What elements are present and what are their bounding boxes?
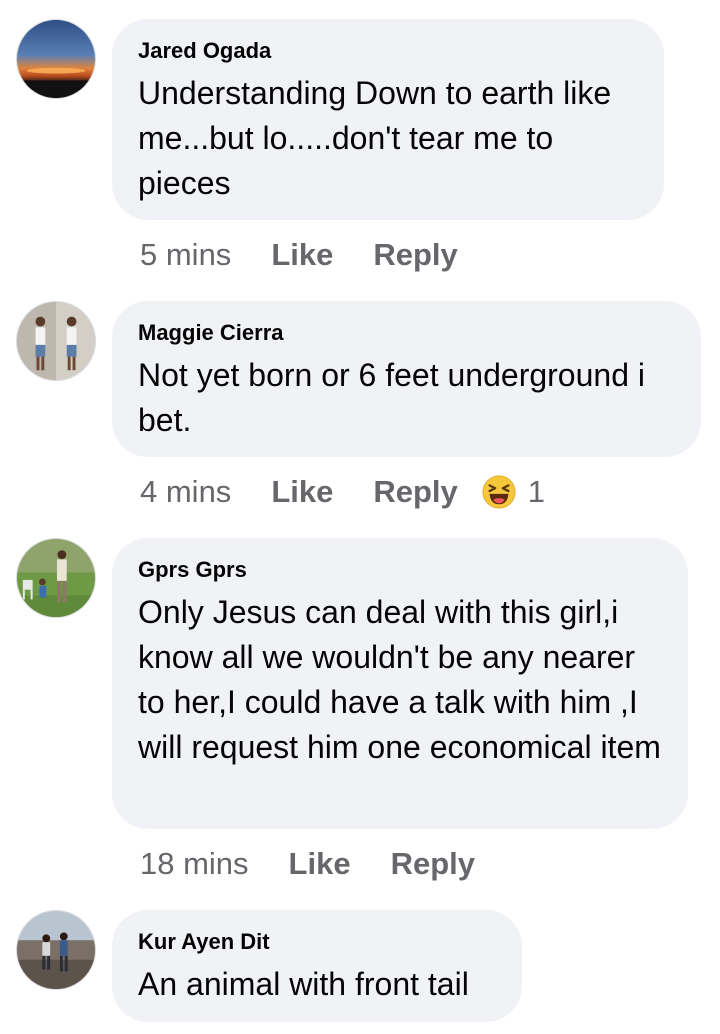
reaction-summary[interactable]: 1 xyxy=(482,474,545,510)
comment-author[interactable]: Maggie Cierra xyxy=(138,319,675,347)
sunset-photo-avatar-icon xyxy=(17,20,95,98)
comment-bubble: Maggie Cierra Not yet born or 6 feet und… xyxy=(112,301,701,457)
like-button[interactable]: Like xyxy=(271,474,333,510)
reply-button[interactable]: Reply xyxy=(373,237,457,273)
avatar[interactable] xyxy=(16,301,96,381)
comment-bubble: Kur Ayen Dit An animal with front tail xyxy=(112,910,522,1022)
comment-timestamp[interactable]: 4 mins xyxy=(140,474,231,510)
field-people-photo-avatar-icon xyxy=(17,911,95,989)
haha-emoji-icon xyxy=(482,475,516,509)
garden-people-photo-avatar-icon xyxy=(17,539,95,617)
like-button[interactable]: Like xyxy=(289,846,351,882)
comment-text: Not yet born or 6 feet underground i bet… xyxy=(138,357,645,438)
comment-author[interactable]: Kur Ayen Dit xyxy=(138,928,496,956)
reaction-count: 1 xyxy=(527,474,546,509)
reply-button[interactable]: Reply xyxy=(373,474,457,510)
comment-author[interactable]: Jared Ogada xyxy=(138,37,638,65)
two-people-photo-avatar-icon xyxy=(17,302,95,380)
comment-timestamp[interactable]: 5 mins xyxy=(140,237,231,273)
comment-timestamp[interactable]: 18 mins xyxy=(140,846,249,882)
avatar[interactable] xyxy=(16,538,96,618)
comment-text: An animal with front tail xyxy=(138,966,469,1002)
comment-bubble: Gprs Gprs Only Jesus can deal with this … xyxy=(112,538,688,829)
comment-text: Understanding Down to earth like me...bu… xyxy=(138,75,612,201)
like-button[interactable]: Like xyxy=(271,237,333,273)
reply-button[interactable]: Reply xyxy=(391,846,475,882)
avatar[interactable] xyxy=(16,19,96,99)
comment-author[interactable]: Gprs Gprs xyxy=(138,556,662,584)
comment-actions: 18 mins Like Reply xyxy=(140,842,515,886)
comment-bubble: Jared Ogada Understanding Down to earth … xyxy=(112,19,664,220)
comment-text: Only Jesus can deal with this girl,i kno… xyxy=(138,594,661,765)
avatar[interactable] xyxy=(16,910,96,990)
comment-actions: 5 mins Like Reply xyxy=(140,233,498,277)
comment-actions: 4 mins Like Reply 1 xyxy=(140,470,545,514)
